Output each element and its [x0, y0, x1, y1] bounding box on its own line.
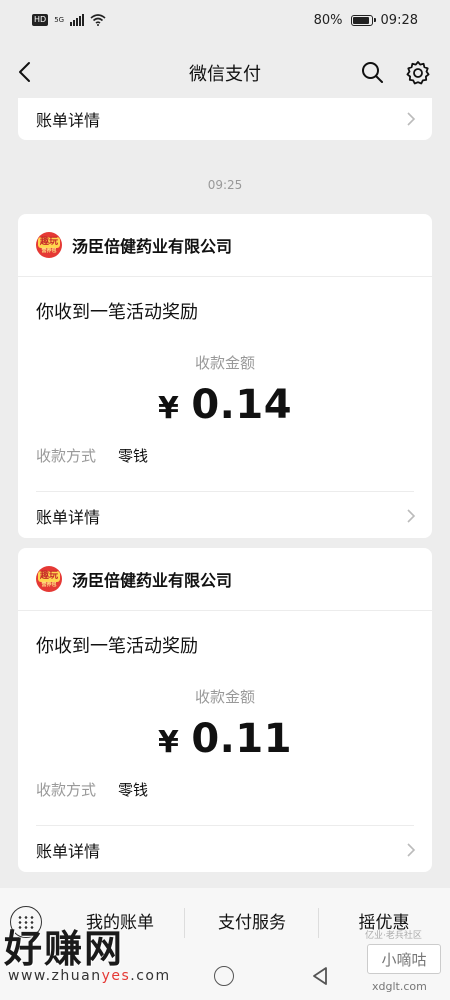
- merchant-name: 汤臣倍健药业有限公司: [72, 237, 233, 256]
- divider: [18, 276, 432, 277]
- bill-detail-label: 账单详情: [36, 508, 101, 527]
- battery-percent: 80%: [313, 13, 343, 28]
- search-icon[interactable]: [360, 60, 384, 84]
- amount-value: ¥0.11: [18, 716, 432, 762]
- previous-message-card: 账单详情: [18, 98, 432, 140]
- status-left: HD 5G: [32, 14, 106, 26]
- battery-icon: [350, 15, 376, 26]
- divider: [18, 610, 432, 611]
- merchant-name: 汤臣倍健药业有限公司: [72, 571, 233, 590]
- signal-icon: [70, 14, 85, 26]
- watermark-url: www.zhuanyes.com: [8, 968, 171, 984]
- chevron-right-icon: [407, 112, 416, 126]
- back-triangle-icon[interactable]: [310, 966, 330, 986]
- currency-symbol: ¥: [157, 725, 180, 760]
- status-bar: HD 5G 80% 09:28: [0, 0, 450, 44]
- payment-message-card: 趣玩 营养包 汤臣倍健药业有限公司 你收到一笔活动奖励 收款金额 ¥0.11 收…: [18, 548, 432, 872]
- bill-detail-label: 账单详情: [36, 842, 101, 861]
- method-value: 零钱: [118, 447, 149, 465]
- amount-number: 0.11: [191, 716, 293, 762]
- network-label: 5G: [54, 15, 65, 24]
- amount-number: 0.14: [191, 382, 293, 428]
- method-value: 零钱: [118, 781, 149, 799]
- menu-payment-services[interactable]: 支付服务: [190, 908, 314, 938]
- payment-message-card: 趣玩 营养包 汤臣倍健药业有限公司 你收到一笔活动奖励 收款金额 ¥0.14 收…: [18, 214, 432, 538]
- chevron-right-icon: [407, 843, 416, 857]
- payment-method-row: 收款方式 零钱: [36, 779, 148, 800]
- bill-detail-link[interactable]: 账单详情: [18, 492, 432, 540]
- bill-detail-link[interactable]: 账单详情: [18, 826, 432, 874]
- watermark-badge: 小嘀咕: [367, 944, 441, 974]
- merchant-header[interactable]: 趣玩 营养包 汤臣倍健药业有限公司: [36, 228, 232, 262]
- payment-method-row: 收款方式 零钱: [36, 445, 148, 466]
- merchant-logo: 趣玩 营养包: [36, 566, 62, 592]
- watermark-logo: 好赚网: [4, 927, 125, 971]
- method-key: 收款方式: [36, 447, 97, 465]
- hd-badge: HD: [32, 14, 49, 26]
- menu-divider: [318, 908, 319, 938]
- chevron-right-icon: [407, 509, 416, 523]
- menu-divider: [184, 908, 185, 938]
- merchant-header[interactable]: 趣玩 营养包 汤臣倍健药业有限公司: [36, 562, 232, 596]
- notice-title: 你收到一笔活动奖励: [36, 302, 198, 323]
- notice-title: 你收到一笔活动奖励: [36, 636, 198, 657]
- watermark-subtext: 亿业·老兵社区: [365, 931, 422, 941]
- wifi-icon: [90, 14, 106, 26]
- home-icon[interactable]: [214, 966, 234, 986]
- status-time: 09:28: [380, 13, 418, 28]
- time-divider: 09:25: [207, 178, 243, 192]
- nav-bar: 微信支付: [0, 44, 450, 100]
- bill-detail-link[interactable]: 账单详情: [18, 98, 432, 140]
- currency-symbol: ¥: [157, 391, 180, 426]
- amount-label: 收款金额: [194, 688, 255, 706]
- status-right: 80% 09:28: [314, 13, 418, 28]
- amount-label: 收款金额: [194, 354, 255, 372]
- method-key: 收款方式: [36, 781, 97, 799]
- watermark-url-secondary: xdglt.com: [372, 980, 427, 993]
- gear-icon[interactable]: [405, 60, 431, 86]
- amount-value: ¥0.14: [18, 382, 432, 428]
- bill-detail-label: 账单详情: [36, 111, 101, 130]
- merchant-logo: 趣玩 营养包: [36, 232, 62, 258]
